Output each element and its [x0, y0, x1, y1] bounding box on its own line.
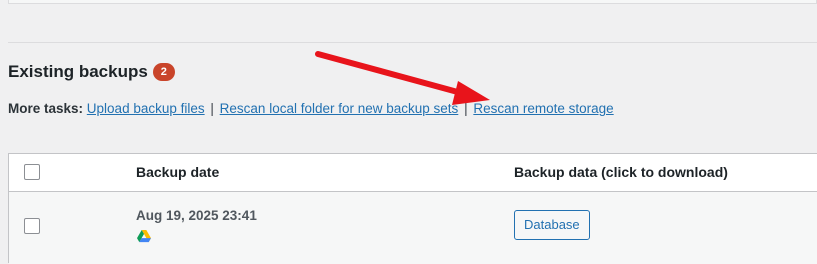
upload-backup-files-link[interactable]: Upload backup files — [87, 101, 205, 116]
select-all-checkbox[interactable] — [24, 164, 40, 180]
backups-table: Backup date Backup data (click to downlo… — [8, 153, 817, 264]
separator: | — [210, 101, 214, 116]
backup-count-badge: 2 — [152, 63, 175, 81]
column-header-backup-data: Backup data (click to download) — [514, 164, 728, 180]
separator: | — [464, 101, 468, 116]
existing-backups-heading: Existing backups 2 — [8, 62, 175, 82]
column-header-backup-date: Backup date — [136, 164, 220, 180]
rescan-remote-storage-link[interactable]: Rescan remote storage — [473, 101, 613, 116]
row-checkbox[interactable] — [24, 218, 40, 234]
section-title: Existing backups — [8, 62, 148, 81]
database-download-button[interactable]: Database — [514, 210, 590, 240]
more-tasks-label: More tasks: — [8, 101, 84, 116]
table-header: Backup date Backup data (click to downlo… — [9, 154, 817, 192]
more-tasks-bar: More tasks: Upload backup files | Rescan… — [8, 101, 614, 116]
google-drive-icon — [137, 230, 151, 243]
table-row — [9, 192, 817, 264]
rescan-local-folder-link[interactable]: Rescan local folder for new backup sets — [220, 101, 459, 116]
backup-date: Aug 19, 2025 23:41 — [136, 208, 257, 223]
section-divider — [8, 42, 817, 43]
top-panel — [8, 0, 817, 4]
